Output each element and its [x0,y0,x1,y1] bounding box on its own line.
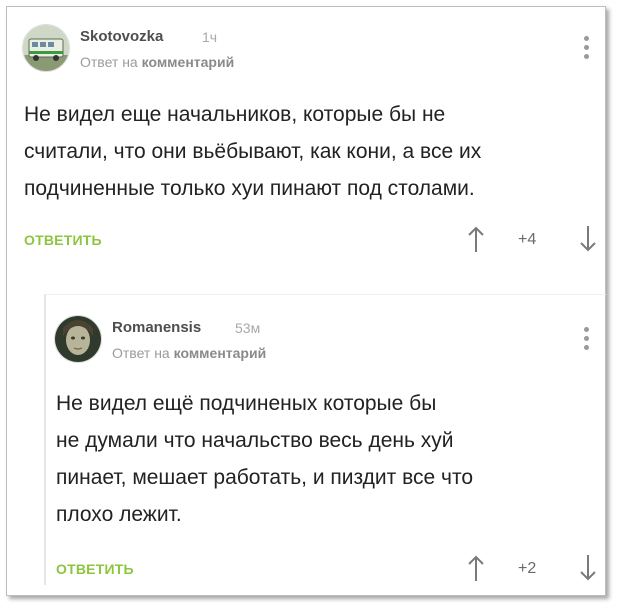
avatar[interactable] [54,315,102,363]
reply-button[interactable]: ОТВЕТИТЬ [24,232,102,248]
reply-to-prefix: Ответ на [80,54,138,70]
arrow-down-icon[interactable] [578,553,598,583]
rating-score: +4 [518,231,537,248]
rating-score: +2 [518,560,537,577]
arrow-up-icon[interactable] [466,553,486,583]
comment-romanensis: Romanensis 53м Ответ на комментарий Не в… [44,294,606,585]
reply-button[interactable]: ОТВЕТИТЬ [56,561,134,577]
rating-block: +2 [466,553,598,583]
reply-to-info: Ответ на комментарий [112,345,266,361]
vertical-dots-icon[interactable] [584,36,590,63]
comment-text-line: считали, что они вьёбывают, как кони, а … [24,140,482,163]
rating-block: +4 [466,224,598,254]
comment-text-line: подчиненные только хуи пинают под столам… [24,177,475,200]
comment-text-line: не думали что начальство весь день хуй [56,429,454,452]
reply-to-link[interactable]: комментарий [142,54,235,70]
comment-text-line: пинает, мешает работать, и пиздит все чт… [56,466,474,489]
reply-to-info: Ответ на комментарий [80,54,234,70]
arrow-down-icon[interactable] [578,224,598,254]
comment-skotovozka: Skotovozka 1ч Ответ на комментарий Не ви… [18,18,602,258]
reply-to-link[interactable]: комментарий [174,345,267,361]
vertical-dots-icon[interactable] [584,327,590,354]
arrow-up-icon[interactable] [466,224,486,254]
comment-text-line: плохо лежит. [56,503,182,526]
comment-time: 53м [235,320,261,336]
author-name[interactable]: Romanensis [112,319,201,336]
comment-text-line: Не видел еще начальников, которые бы не [24,103,446,126]
comment-text: Не видел ещё подчиненых которые бы не ду… [56,385,556,533]
author-name[interactable]: Skotovozka [80,28,163,45]
comment-time: 1ч [202,29,218,45]
comment-text-line: Не видел ещё подчиненых которые бы [56,392,437,415]
comment-text: Не видел еще начальников, которые бы не … [24,96,599,207]
avatar[interactable] [22,24,70,72]
reply-to-prefix: Ответ на [112,345,170,361]
